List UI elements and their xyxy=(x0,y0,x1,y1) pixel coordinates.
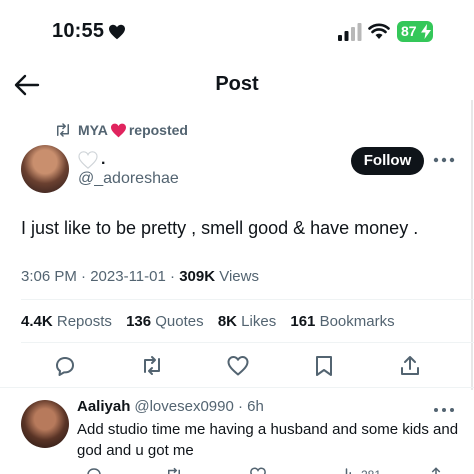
tweet-text: I just like to be pretty , smell good & … xyxy=(21,218,419,238)
repost-icon[interactable] xyxy=(140,354,164,378)
bookmark-icon[interactable] xyxy=(312,354,336,378)
views-icon[interactable] xyxy=(339,466,357,474)
tweet-time[interactable]: 3:06 PM xyxy=(21,268,77,285)
nav-bar: Post xyxy=(0,62,474,108)
stat-reposts[interactable]: 4.4K Reposts xyxy=(21,313,112,330)
repost-icon[interactable] xyxy=(165,466,183,474)
repost-user: MYA xyxy=(78,122,108,138)
battery-level: 87 xyxy=(401,23,417,39)
status-bar: 10:55 87 xyxy=(0,0,474,62)
divider xyxy=(21,299,474,300)
divider xyxy=(21,342,474,343)
meta-separator: · xyxy=(76,268,91,285)
stat-likes[interactable]: 8K Likes xyxy=(218,313,276,330)
follow-button[interactable]: Follow xyxy=(351,147,424,175)
heart-emoji-icon xyxy=(110,123,126,137)
repost-attribution[interactable]: MYA reposted xyxy=(54,120,188,140)
reply-icon[interactable] xyxy=(85,466,103,474)
user-handle[interactable]: @_adoreshae xyxy=(78,170,179,188)
repost-suffix: reposted xyxy=(128,122,188,138)
stat-bookmarks[interactable]: 161 Bookmarks xyxy=(290,313,394,330)
signal-icon xyxy=(338,23,362,41)
divider xyxy=(0,387,474,388)
views-label: Views xyxy=(219,268,259,285)
reply-text: Add studio time me having a husband and … xyxy=(77,421,459,459)
stat-quotes[interactable]: 136 Quotes xyxy=(126,313,204,330)
avatar[interactable] xyxy=(21,145,69,193)
engagement-stats: 4.4K Reposts 136 Quotes 8K Likes 161 Boo… xyxy=(21,313,405,330)
views-count[interactable]: 309K xyxy=(179,268,215,285)
meta-separator: · xyxy=(165,268,180,285)
reply-avatar[interactable] xyxy=(21,400,69,448)
tweet-meta: 3:06 PM · 2023-11-01 · 309K Views xyxy=(21,268,259,285)
display-name[interactable]: . xyxy=(78,149,105,171)
share-icon[interactable] xyxy=(427,466,445,474)
white-heart-icon xyxy=(78,151,98,169)
charging-bolt-icon xyxy=(421,24,431,39)
heart-icon xyxy=(109,24,125,40)
reply-action-bar: 281 xyxy=(77,462,474,474)
like-icon[interactable] xyxy=(226,354,250,378)
share-icon[interactable] xyxy=(398,354,422,378)
more-icon[interactable] xyxy=(433,402,455,418)
status-time: 10:55 xyxy=(52,20,105,42)
display-name-text: . xyxy=(101,151,106,168)
battery-indicator: 87 xyxy=(397,21,433,42)
repost-icon xyxy=(57,123,69,137)
wifi-icon xyxy=(368,23,390,39)
reply-age: · 6h xyxy=(238,398,264,415)
tweet-date[interactable]: 2023-11-01 xyxy=(90,268,166,285)
action-bar xyxy=(0,350,474,382)
scrollbar[interactable] xyxy=(471,100,473,390)
page-title: Post xyxy=(215,73,259,95)
like-icon[interactable] xyxy=(249,466,267,474)
reply-header: Aaliyah @lovesex0990 · 6h xyxy=(77,398,264,415)
reply-views-count: 281 xyxy=(361,468,381,474)
more-icon[interactable] xyxy=(433,150,455,170)
reply-icon[interactable] xyxy=(53,354,77,378)
reply-name[interactable]: Aaliyah xyxy=(77,398,130,415)
reply-handle[interactable]: @lovesex0990 xyxy=(134,398,233,415)
